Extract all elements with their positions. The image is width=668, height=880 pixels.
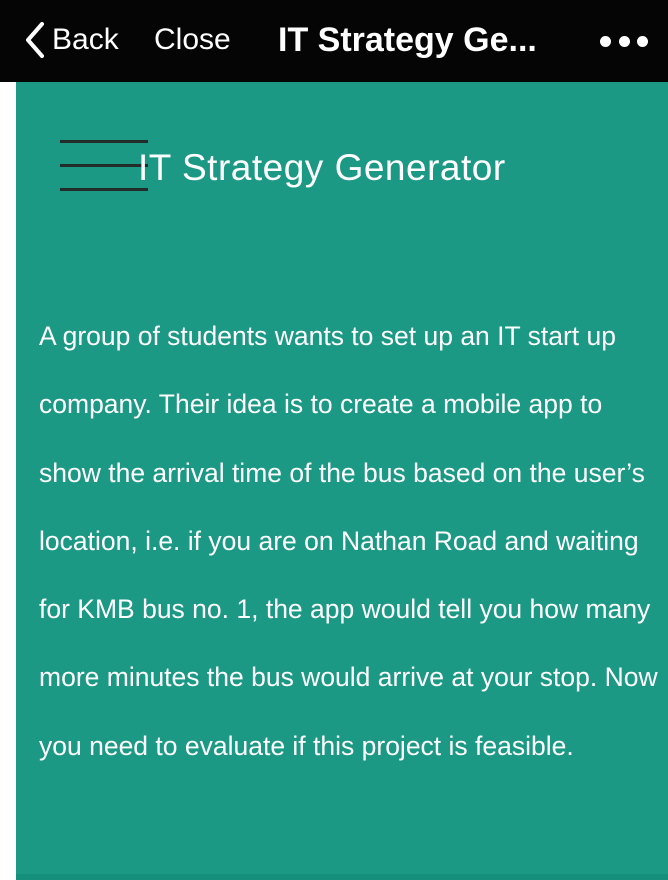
menu-line	[60, 188, 148, 191]
back-label: Back	[52, 23, 119, 56]
menu-line	[60, 164, 148, 167]
dot	[618, 35, 630, 47]
dot	[637, 35, 648, 47]
panel-bottom-edge	[16, 874, 668, 880]
chevron-left-icon	[26, 22, 44, 58]
app-title: IT Strategy Generator	[138, 147, 506, 188]
scenario-description: A group of students wants to set up an I…	[39, 321, 658, 761]
close-button[interactable]: Close	[154, 16, 231, 64]
top-navigation-bar: Back Close IT Strategy Ge...	[0, 0, 668, 82]
hamburger-menu-icon[interactable]	[60, 136, 150, 194]
dot	[600, 35, 611, 47]
content-panel: IT Strategy Generator A group of student…	[16, 82, 668, 880]
menu-line	[60, 140, 148, 143]
app-screen: Back Close IT Strategy Ge... IT Strategy…	[0, 0, 668, 880]
more-dots-icon[interactable]	[600, 26, 648, 56]
page-title: IT Strategy Ge...	[278, 21, 537, 59]
back-button[interactable]: Back	[22, 16, 119, 64]
